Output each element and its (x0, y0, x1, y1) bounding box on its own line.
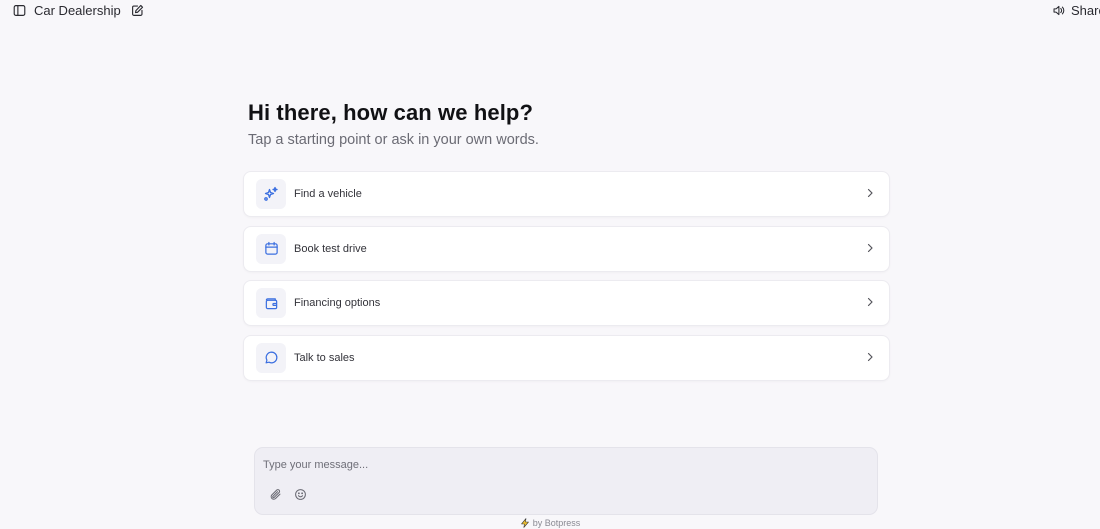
powered-by-text: by Botpress (532, 518, 581, 528)
paperclip-icon[interactable] (269, 488, 282, 501)
edit-icon[interactable] (131, 4, 144, 17)
chevron-right-icon (865, 185, 875, 203)
header-right: Share (1052, 3, 1100, 18)
welcome-heading: Hi there, how can we help? (248, 100, 533, 125)
calendar-icon (256, 233, 286, 264)
powered-by-footer[interactable]: by Botpress (0, 518, 1100, 528)
option-book-test-drive[interactable]: Book test drive (243, 225, 890, 272)
wallet-icon (256, 288, 286, 318)
starter-options: Find a vehicle Book test drive Financing… (243, 171, 890, 389)
option-find-vehicle[interactable]: Find a vehicle (243, 171, 890, 217)
chevron-right-icon (865, 240, 875, 258)
option-financing[interactable]: Financing options (243, 280, 890, 326)
chat-title: Car Dealership (34, 3, 121, 18)
option-label: Talk to sales (294, 351, 355, 364)
welcome-section: Hi there, how can we help? Tap a startin… (248, 100, 539, 148)
chat-bubble-icon (256, 342, 286, 373)
option-talk-to-sales[interactable]: Talk to sales (243, 334, 890, 381)
chevron-right-icon (865, 349, 875, 367)
header-left: Car Dealership (13, 3, 144, 18)
option-label: Book test drive (294, 242, 367, 255)
sidebar-toggle-icon[interactable] (13, 4, 26, 17)
top-bar: Car Dealership Share (0, 0, 1100, 22)
emoji-icon[interactable] (294, 488, 307, 501)
composer-tools (269, 488, 307, 501)
speaker-icon[interactable] (1052, 4, 1065, 17)
option-label: Find a vehicle (294, 188, 362, 200)
sparkles-icon (256, 179, 286, 209)
share-button[interactable]: Share (1071, 3, 1100, 18)
welcome-subheading: Tap a starting point or ask in your own … (248, 132, 539, 148)
option-label: Financing options (294, 297, 381, 309)
chevron-right-icon (865, 294, 875, 312)
lightning-icon (520, 518, 530, 528)
message-composer (254, 447, 878, 515)
message-input[interactable] (263, 456, 863, 474)
